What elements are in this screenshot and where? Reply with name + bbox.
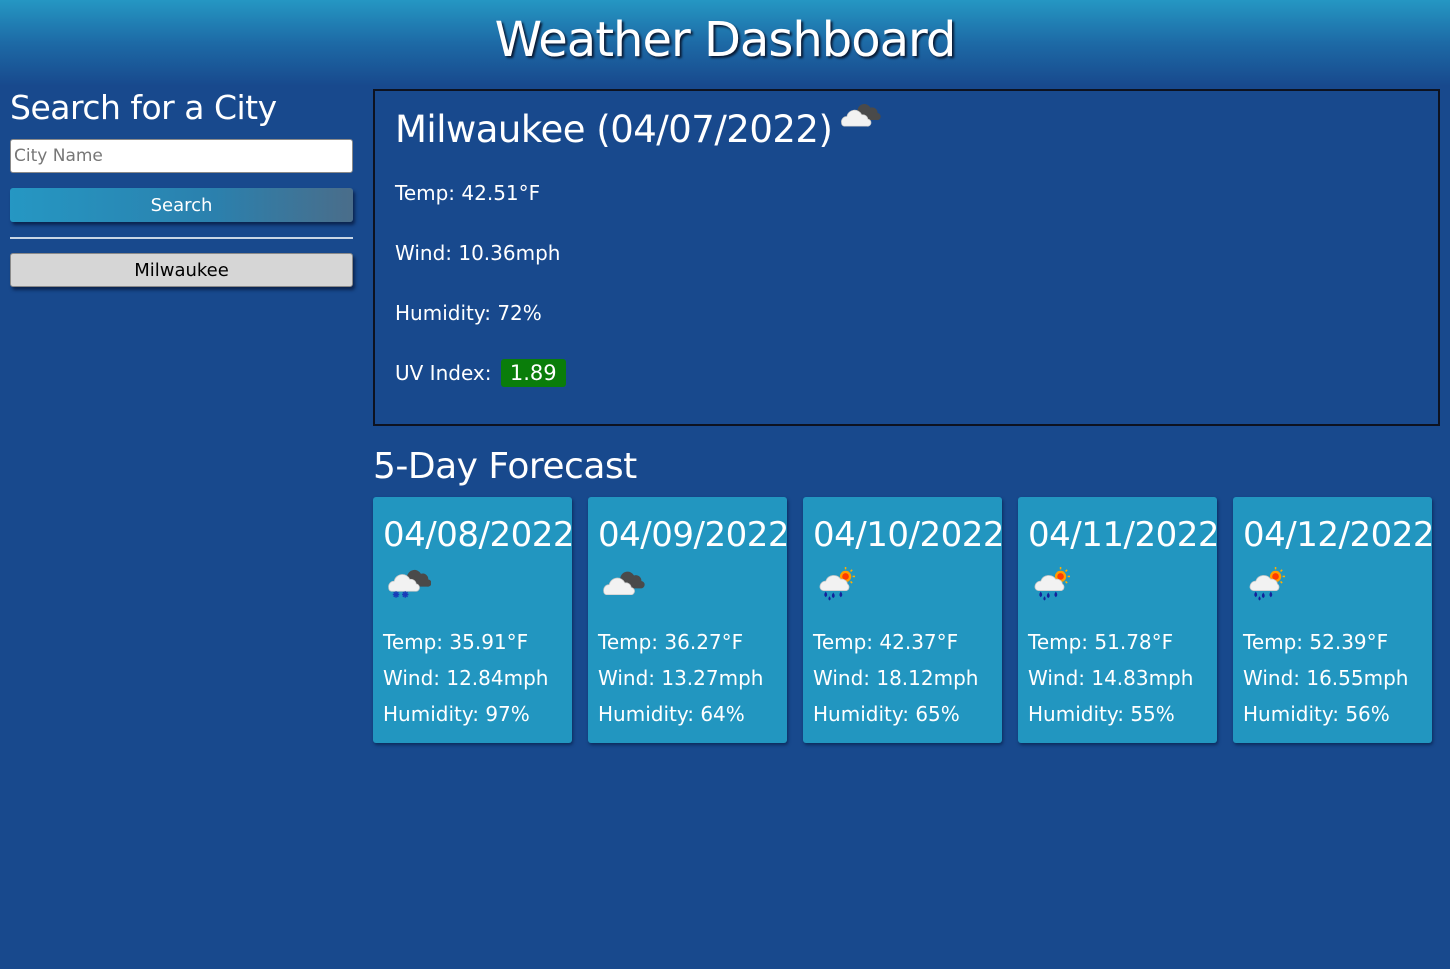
forecast-humidity: Humidity: 64% [598,702,745,726]
city-search-input[interactable] [10,139,353,173]
forecast-wind: Wind: 13.27mph [598,666,764,690]
forecast-humidity: Humidity: 97% [383,702,530,726]
current-city-date: Milwaukee (04/07/2022) [395,108,833,151]
forecast-card: 04/12/2022 Temp: 52.39°F Wind: 16.55mph … [1233,497,1434,743]
forecast-humidity: Humidity: 65% [813,702,960,726]
forecast-temp: Temp: 35.91°F [383,630,529,654]
forecast-humidity: Humidity: 56% [1243,702,1390,726]
forecast-date: 04/12/2022 [1243,515,1434,555]
broken-clouds-icon [600,567,646,595]
page-title: Weather Dashboard [494,12,957,68]
rain-sun-icon [1032,567,1074,601]
search-button[interactable]: Search [10,188,353,222]
current-temp: Temp: 42.51°F [395,181,541,205]
search-heading: Search for a City [10,88,277,127]
history-button-milwaukee[interactable]: Milwaukee [10,253,353,287]
forecast-card: 04/10/2022 Temp: 42.37°F Wind: 18.12mph … [803,497,1004,743]
forecast-heading: 5-Day Forecast [373,446,637,487]
broken-clouds-icon [838,99,882,127]
forecast-temp: Temp: 42.37°F [813,630,959,654]
forecast-wind: Wind: 14.83mph [1028,666,1194,690]
current-humidity: Humidity: 72% [395,301,542,325]
forecast-humidity: Humidity: 55% [1028,702,1175,726]
current-weather-title: Milwaukee (04/07/2022) [395,103,882,157]
divider [10,237,353,239]
current-weather-panel: Milwaukee (04/07/2022) Temp: 42.51°F Win… [373,89,1440,426]
forecast-temp: Temp: 52.39°F [1243,630,1389,654]
app-header: Weather Dashboard [0,0,1450,86]
forecast-date: 04/09/2022 [598,515,789,555]
rain-sun-icon [1247,567,1289,601]
forecast-temp: Temp: 51.78°F [1028,630,1174,654]
snow-cloud-icon [385,567,431,599]
rain-sun-icon [817,567,859,601]
current-wind: Wind: 10.36mph [395,241,561,265]
current-uv-row: UV Index: 1.89 [395,359,566,387]
forecast-temp: Temp: 36.27°F [598,630,744,654]
forecast-wind: Wind: 18.12mph [813,666,979,690]
forecast-wind: Wind: 12.84mph [383,666,549,690]
forecast-date: 04/10/2022 [813,515,1004,555]
forecast-date: 04/08/2022 [383,515,574,555]
forecast-date: 04/11/2022 [1028,515,1219,555]
forecast-card: 04/09/2022 Temp: 36.27°F Wind: 13.27mph … [588,497,789,743]
forecast-card: 04/08/2022 Temp: 35.91°F Wind: 12.84mph … [373,497,574,743]
uv-label: UV Index: [395,361,492,385]
uv-index-badge: 1.89 [500,359,566,387]
forecast-card: 04/11/2022 Temp: 51.78°F Wind: 14.83mph … [1018,497,1219,743]
forecast-wind: Wind: 16.55mph [1243,666,1409,690]
search-panel: Search for a City Search Milwaukee [10,86,353,287]
